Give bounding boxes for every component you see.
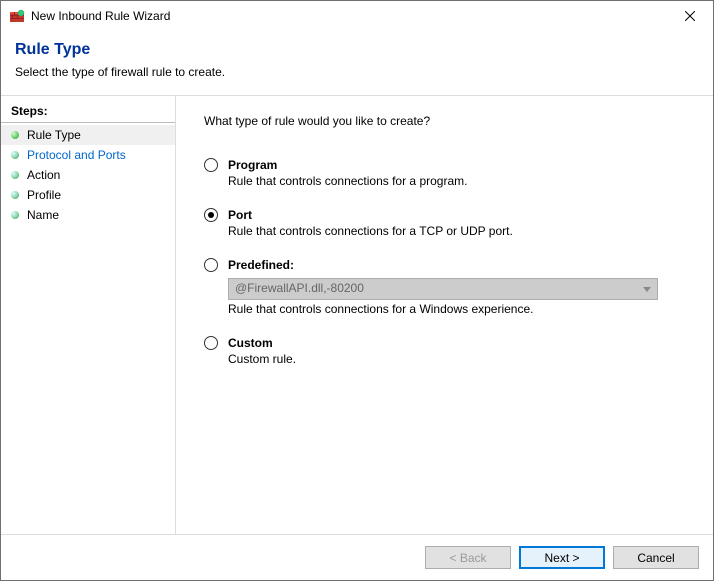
titlebar: New Inbound Rule Wizard [1,1,713,31]
close-button[interactable] [667,1,713,31]
prompt-text: What type of rule would you like to crea… [204,114,685,128]
option-predefined: Predefined: @FirewallAPI.dll,-80200 Rule… [204,258,685,316]
option-port-label: Port [228,208,252,222]
option-program-desc: Rule that controls connections for a pro… [228,174,467,188]
option-custom-label: Custom [228,336,273,350]
bullet-icon [11,171,19,179]
step-label: Profile [27,188,61,202]
step-profile[interactable]: Profile [1,185,175,205]
bullet-icon [11,131,19,139]
page-subtitle: Select the type of firewall rule to crea… [15,65,699,79]
next-button[interactable]: Next > [519,546,605,569]
step-name[interactable]: Name [1,205,175,225]
option-port-desc: Rule that controls connections for a TCP… [228,224,513,238]
window-title: New Inbound Rule Wizard [31,9,667,23]
option-port: Port Rule that controls connections for … [204,208,685,238]
option-program-label: Program [228,158,277,172]
bullet-icon [11,211,19,219]
option-program-row[interactable]: Program [204,158,277,172]
option-predefined-label: Predefined: [228,258,294,272]
main-panel: What type of rule would you like to crea… [176,96,713,534]
rule-type-options: Program Rule that controls connections f… [204,158,685,366]
wizard-content: Steps: Rule Type Protocol and Ports Acti… [1,96,713,534]
radio-custom[interactable] [204,336,218,350]
wizard-footer: < Back Next > Cancel [1,534,713,580]
steps-sidebar: Steps: Rule Type Protocol and Ports Acti… [1,96,176,534]
step-rule-type[interactable]: Rule Type [1,125,175,145]
firewall-icon [9,8,25,24]
wizard-window: New Inbound Rule Wizard Rule Type Select… [0,0,714,581]
step-action[interactable]: Action [1,165,175,185]
step-label: Action [27,168,60,182]
radio-port[interactable] [204,208,218,222]
radio-predefined[interactable] [204,258,218,272]
step-label: Protocol and Ports [27,148,126,162]
option-predefined-desc: Rule that controls connections for a Win… [228,302,534,316]
predefined-combo: @FirewallAPI.dll,-80200 [228,278,658,300]
close-icon [685,11,695,21]
option-predefined-row[interactable]: Predefined: [204,258,294,272]
step-label: Rule Type [27,128,81,142]
page-title: Rule Type [15,41,699,59]
option-port-row[interactable]: Port [204,208,252,222]
option-custom-row[interactable]: Custom [204,336,273,350]
back-button: < Back [425,546,511,569]
spacer [204,366,685,524]
radio-program[interactable] [204,158,218,172]
step-label: Name [27,208,59,222]
bullet-icon [11,191,19,199]
option-custom-desc: Custom rule. [228,352,296,366]
steps-heading: Steps: [1,102,175,123]
wizard-header: Rule Type Select the type of firewall ru… [1,31,713,96]
option-program: Program Rule that controls connections f… [204,158,685,188]
cancel-button[interactable]: Cancel [613,546,699,569]
option-custom: Custom Custom rule. [204,336,685,366]
step-protocol-and-ports[interactable]: Protocol and Ports [1,145,175,165]
bullet-icon [11,151,19,159]
